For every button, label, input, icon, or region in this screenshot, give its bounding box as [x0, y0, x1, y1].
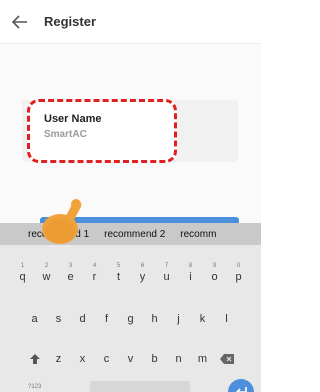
key-u[interactable]: 7u	[155, 263, 179, 291]
key-b[interactable]: b	[143, 345, 167, 373]
keyboard: 1q 2w 3e 4r 5t 6y 7u 8i 9o 0p a s d f g …	[0, 245, 261, 392]
app-header: Register	[0, 0, 261, 44]
tap-hand-icon	[42, 199, 82, 244]
key-c[interactable]: c	[95, 345, 119, 373]
key-g[interactable]: g	[119, 305, 143, 333]
key-a[interactable]: a	[23, 305, 47, 333]
symbols-key[interactable]: ?123	[28, 384, 41, 390]
user-name-value[interactable]: SmartAC	[44, 129, 87, 140]
backspace-icon[interactable]	[215, 345, 239, 373]
key-z[interactable]: z	[47, 345, 71, 373]
user-name-label: User Name	[44, 113, 102, 125]
key-q[interactable]: 1q	[11, 263, 35, 291]
key-h[interactable]: h	[143, 305, 167, 333]
key-k[interactable]: k	[191, 305, 215, 333]
keyboard-row-3: z x c v b n m	[0, 345, 261, 373]
key-n[interactable]: n	[167, 345, 191, 373]
key-y[interactable]: 6y	[131, 263, 155, 291]
page-title: Register	[44, 14, 97, 29]
space-key[interactable]	[90, 381, 190, 392]
key-m[interactable]: m	[191, 345, 215, 373]
key-p[interactable]: 0p	[227, 263, 251, 291]
enter-icon[interactable]	[228, 379, 254, 392]
suggestion-3[interactable]: recomm	[180, 229, 216, 240]
key-d[interactable]: d	[71, 305, 95, 333]
keyboard-row-2: a s d f g h j k l	[0, 305, 261, 333]
key-e[interactable]: 3e	[59, 263, 83, 291]
key-x[interactable]: x	[71, 345, 95, 373]
key-s[interactable]: s	[47, 305, 71, 333]
keyboard-bottom-row: ?123	[0, 379, 261, 392]
key-t[interactable]: 5t	[107, 263, 131, 291]
user-name-field[interactable]: User Name SmartAC	[27, 99, 177, 163]
key-l[interactable]: l	[215, 305, 239, 333]
key-r[interactable]: 4r	[83, 263, 107, 291]
key-v[interactable]: v	[119, 345, 143, 373]
key-j[interactable]: j	[167, 305, 191, 333]
suggestion-2[interactable]: recommend 2	[104, 229, 165, 240]
keyboard-row-1: 1q 2w 3e 4r 5t 6y 7u 8i 9o 0p	[0, 263, 261, 291]
key-w[interactable]: 2w	[35, 263, 59, 291]
back-arrow-icon[interactable]	[0, 0, 40, 44]
key-o[interactable]: 9o	[203, 263, 227, 291]
shift-icon[interactable]	[23, 345, 47, 373]
key-f[interactable]: f	[95, 305, 119, 333]
key-i[interactable]: 8i	[179, 263, 203, 291]
